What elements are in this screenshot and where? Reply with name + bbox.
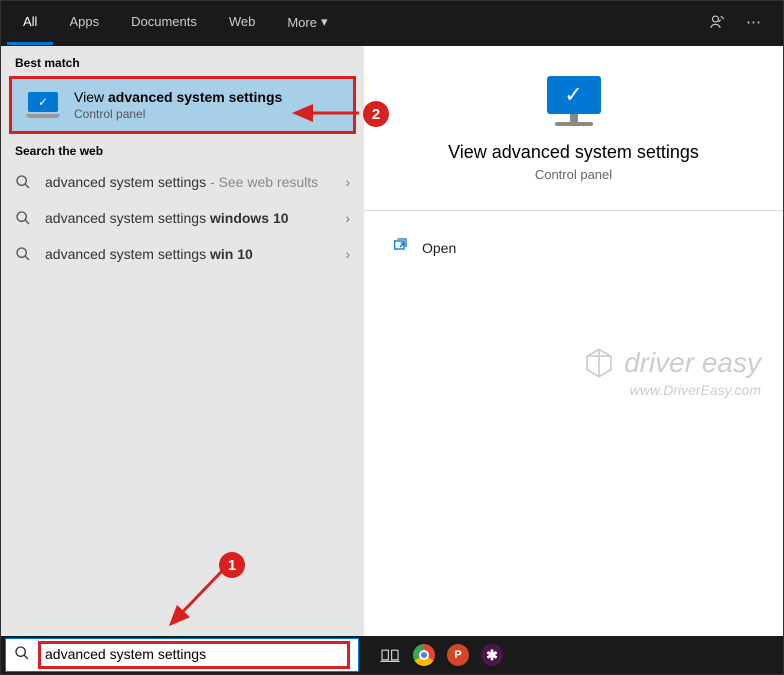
- search-icon: [15, 246, 31, 262]
- tab-more[interactable]: More ▾: [271, 2, 343, 45]
- chrome-icon[interactable]: [411, 642, 437, 668]
- results-panel: Best match ✓ View advanced system settin…: [1, 46, 364, 638]
- watermark-brand: driver easy: [624, 347, 761, 379]
- open-action[interactable]: Open: [364, 229, 783, 266]
- tab-bar: All Apps Documents Web More ▾: [7, 2, 344, 45]
- control-panel-icon: ✓: [26, 92, 60, 118]
- tab-all[interactable]: All: [7, 2, 53, 45]
- r2-bold: win 10: [210, 246, 253, 262]
- watermark-url: www.DriverEasy.com: [582, 382, 761, 398]
- tab-web[interactable]: Web: [213, 2, 272, 45]
- web-result-2[interactable]: advanced system settings win 10 ›: [1, 236, 364, 272]
- bm-title-bold: advanced system settings: [108, 89, 282, 105]
- web-result-text: advanced system settings windows 10: [45, 210, 331, 226]
- preview-hero: ✓ View advanced system settings Control …: [364, 76, 783, 182]
- search-web-header: Search the web: [1, 134, 364, 164]
- annotation-badge-1: 1: [219, 552, 245, 578]
- tab-documents[interactable]: Documents: [115, 2, 213, 45]
- annotation-arrow-2: [291, 103, 363, 123]
- task-view-icon[interactable]: [377, 642, 403, 668]
- more-options-icon[interactable]: ⋯: [746, 13, 761, 35]
- r1-bold: windows 10: [210, 210, 289, 226]
- bm-title-plain: View: [74, 89, 108, 105]
- taskbar: P ✱: [1, 636, 783, 674]
- header-actions: ⋯: [708, 13, 777, 35]
- chevron-down-icon: ▾: [321, 14, 328, 30]
- preview-panel: ✓ View advanced system settings Control …: [364, 46, 783, 638]
- main-area: Best match ✓ View advanced system settin…: [1, 46, 783, 638]
- r1-plain: advanced system settings: [45, 210, 210, 226]
- preview-subtitle: Control panel: [384, 167, 763, 182]
- powerpoint-icon[interactable]: P: [445, 642, 471, 668]
- web-result-text: advanced system settings win 10: [45, 246, 331, 262]
- watermark-logo: driver easy: [582, 346, 761, 380]
- divider: [364, 210, 783, 211]
- chevron-right-icon[interactable]: ›: [345, 246, 350, 262]
- search-header: All Apps Documents Web More ▾ ⋯: [1, 1, 783, 46]
- tab-apps[interactable]: Apps: [53, 2, 115, 45]
- open-icon: [392, 237, 408, 258]
- chevron-right-icon[interactable]: ›: [345, 210, 350, 226]
- chevron-right-icon[interactable]: ›: [345, 174, 350, 190]
- r0-plain: advanced system settings: [45, 174, 206, 190]
- taskbar-searchbox[interactable]: [5, 638, 359, 672]
- watermark: driver easy www.DriverEasy.com: [582, 346, 761, 398]
- search-input[interactable]: [45, 646, 343, 662]
- cube-icon: [582, 346, 616, 380]
- control-panel-large-icon: ✓: [542, 76, 606, 126]
- search-icon: [14, 645, 30, 666]
- feedback-icon[interactable]: [708, 13, 726, 35]
- web-result-text: advanced system settings - See web resul…: [45, 174, 331, 190]
- taskbar-icons: P ✱: [359, 642, 505, 668]
- best-match-title: View advanced system settings: [74, 89, 282, 105]
- tab-more-label: More: [287, 15, 317, 30]
- r2-plain: advanced system settings: [45, 246, 210, 262]
- web-result-0[interactable]: advanced system settings - See web resul…: [1, 164, 364, 200]
- best-match-subtitle: Control panel: [74, 107, 282, 121]
- best-match-header: Best match: [1, 46, 364, 76]
- web-result-1[interactable]: advanced system settings windows 10 ›: [1, 200, 364, 236]
- open-label: Open: [422, 240, 456, 256]
- search-icon: [15, 174, 31, 190]
- best-match-text: View advanced system settings Control pa…: [74, 89, 282, 121]
- preview-title: View advanced system settings: [384, 142, 763, 163]
- search-input-highlight: [38, 641, 350, 669]
- slack-icon[interactable]: ✱: [479, 642, 505, 668]
- annotation-badge-2: 2: [363, 101, 389, 127]
- search-icon: [15, 210, 31, 226]
- r0-trail: - See web results: [206, 174, 318, 190]
